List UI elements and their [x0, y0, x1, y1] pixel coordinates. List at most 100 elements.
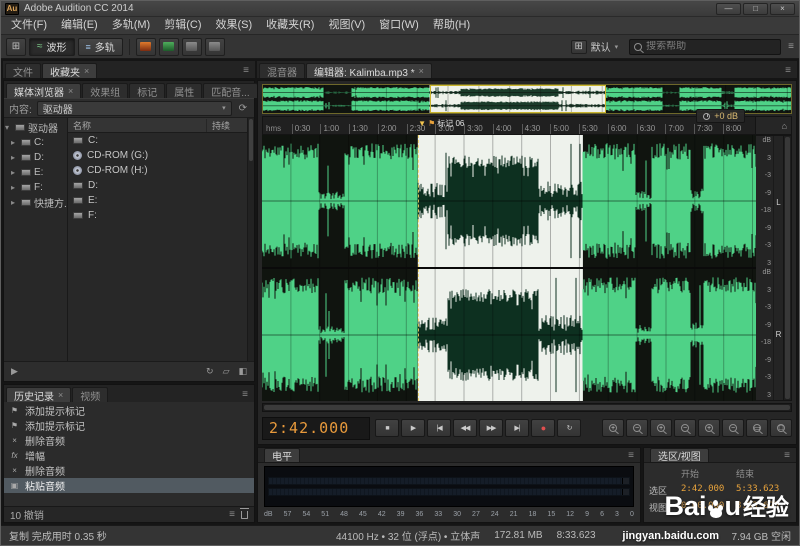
- media-file-row[interactable]: CD-ROM (H:): [68, 163, 247, 178]
- zoom-in-horizontal-button[interactable]: +: [650, 419, 672, 437]
- minimize-button[interactable]: —: [716, 3, 741, 15]
- preview-play-icon[interactable]: ▶: [11, 366, 18, 377]
- panel-tab[interactable]: 匹配音... ×: [203, 83, 257, 98]
- tab-close-icon[interactable]: ×: [68, 86, 73, 96]
- menu-item[interactable]: 视图(V): [321, 17, 372, 34]
- tree-item[interactable]: F:: [4, 180, 67, 195]
- view-end-value[interactable]: 8:33.623: [736, 501, 791, 514]
- refresh-icon[interactable]: ⟳: [237, 103, 249, 114]
- media-file-row[interactable]: F:: [68, 208, 247, 223]
- channel-label-left[interactable]: L: [774, 136, 783, 268]
- zoom-in-button[interactable]: +: [602, 419, 624, 437]
- vertical-scrollbar[interactable]: [783, 136, 791, 400]
- workspace-selector[interactable]: ⊞ 默认 ▾: [567, 38, 623, 56]
- media-file-row[interactable]: C:: [68, 133, 247, 148]
- history-item[interactable]: × 删除音频: [4, 433, 254, 448]
- fast-forward-button[interactable]: ▶▶: [479, 419, 503, 437]
- tab-close-icon[interactable]: ×: [419, 66, 424, 76]
- play-button[interactable]: ▶: [401, 419, 425, 437]
- history-item[interactable]: ⚑ 添加提示标记: [4, 418, 254, 433]
- menu-item[interactable]: 剪辑(C): [157, 17, 208, 34]
- history-item[interactable]: ▣ 粘贴音频: [4, 478, 254, 493]
- zoom-in-vertical-button[interactable]: +: [698, 419, 720, 437]
- horizontal-scrollbar[interactable]: [262, 403, 792, 412]
- menu-item[interactable]: 帮助(H): [426, 17, 477, 34]
- media-file-row[interactable]: CD-ROM (G:): [68, 148, 247, 163]
- loop-button[interactable]: ↻: [557, 419, 581, 437]
- tree-item[interactable]: 驱动器: [4, 120, 67, 135]
- panel-menu-icon[interactable]: ≡: [628, 450, 634, 461]
- selection-end-value[interactable]: 5:33.623: [736, 484, 791, 497]
- maximize-button[interactable]: □: [743, 3, 768, 15]
- tree-expand-icon[interactable]: [5, 123, 12, 132]
- history-item[interactable]: × 删除音频: [4, 463, 254, 478]
- time-display[interactable]: 2:42.000: [262, 417, 370, 440]
- tab-close-icon[interactable]: ×: [58, 390, 63, 400]
- waveform-channel-left[interactable]: [262, 135, 756, 267]
- drives-dropdown[interactable]: 驱动器 ▾: [37, 101, 232, 116]
- stop-button[interactable]: ■: [375, 419, 399, 437]
- tab-close-icon[interactable]: ×: [84, 66, 89, 76]
- menu-item[interactable]: 窗口(W): [372, 17, 426, 34]
- zoom-full-button[interactable]: □: [770, 419, 792, 437]
- menu-item[interactable]: 收藏夹(R): [259, 17, 321, 34]
- waveform-view-button[interactable]: ≈ 波形: [29, 38, 75, 56]
- speaker-icon[interactable]: ◧: [238, 366, 247, 377]
- move-next-button[interactable]: ▶|: [505, 419, 529, 437]
- panel-tab[interactable]: 标记 ×: [129, 83, 165, 98]
- panel-tab[interactable]: 效果组 ×: [82, 83, 128, 98]
- selection-view-tab[interactable]: 选区/视图: [650, 448, 709, 462]
- spectral-display-icon[interactable]: [136, 38, 156, 56]
- view-grid-icon[interactable]: ⊞: [6, 38, 26, 56]
- menu-item[interactable]: 编辑(E): [54, 17, 105, 34]
- panel-tab[interactable]: 视频 ×: [72, 387, 108, 402]
- view-start-value[interactable]: 0:00.000: [681, 501, 736, 514]
- zoom-selection-button[interactable]: ▭: [746, 419, 768, 437]
- panel-tab[interactable]: 混音器 ×: [259, 63, 305, 78]
- tree-expand-icon[interactable]: [11, 168, 18, 177]
- column-header-duration[interactable]: 持续: [207, 119, 247, 132]
- gain-hud[interactable]: +0 dB: [696, 109, 745, 123]
- menu-item[interactable]: 效果(S): [209, 17, 260, 34]
- panel-tab[interactable]: 媒体浏览器 ×: [6, 83, 81, 98]
- close-button[interactable]: ×: [770, 3, 795, 15]
- tool-icon[interactable]: [182, 38, 202, 56]
- search-input[interactable]: [646, 41, 776, 52]
- tree-expand-icon[interactable]: [11, 138, 18, 147]
- waveform-display-icon[interactable]: [159, 38, 179, 56]
- zoom-out-horizontal-button[interactable]: −: [674, 419, 696, 437]
- levels-tab[interactable]: 电平: [264, 448, 300, 462]
- playhead-icon[interactable]: ▼: [418, 120, 426, 128]
- panel-menu-icon[interactable]: ≡: [785, 65, 795, 78]
- trash-icon[interactable]: [241, 511, 248, 519]
- media-file-row[interactable]: E:: [68, 193, 247, 208]
- home-icon[interactable]: ⌂: [782, 121, 787, 131]
- toolbar-menu-icon[interactable]: ≡: [788, 41, 794, 52]
- folder-icon[interactable]: ▱: [223, 366, 230, 377]
- level-meter[interactable]: [264, 466, 634, 507]
- record-button[interactable]: ●: [531, 419, 555, 437]
- panel-tab[interactable]: 属性 ×: [166, 83, 202, 98]
- move-previous-button[interactable]: |◀: [427, 419, 451, 437]
- history-menu-icon[interactable]: ≡: [229, 509, 235, 520]
- panel-menu-icon[interactable]: ≡: [243, 65, 253, 78]
- tree-item[interactable]: C:: [4, 135, 67, 150]
- panel-menu-icon[interactable]: ≡: [242, 389, 252, 402]
- tree-item[interactable]: E:: [4, 165, 67, 180]
- tree-expand-icon[interactable]: [11, 153, 18, 162]
- selection-start-value[interactable]: 2:42.000: [681, 484, 736, 497]
- multitrack-view-button[interactable]: ≡ 多轨: [78, 38, 123, 56]
- rewind-button[interactable]: ◀◀: [453, 419, 477, 437]
- marker[interactable]: ▼ ⚑ 标记 06: [418, 118, 464, 129]
- waveform-channel-right[interactable]: [262, 269, 756, 401]
- tree-item[interactable]: 快捷方...: [4, 195, 67, 210]
- loop-icon[interactable]: ↻: [206, 366, 214, 377]
- menu-item[interactable]: 文件(F): [4, 17, 54, 34]
- media-file-row[interactable]: D:: [68, 178, 247, 193]
- channel-label-right[interactable]: R: [774, 268, 783, 400]
- zoom-out-vertical-button[interactable]: −: [722, 419, 744, 437]
- column-header-name[interactable]: 名称: [68, 119, 207, 132]
- zoom-out-button[interactable]: −: [626, 419, 648, 437]
- media-list-scrollbar[interactable]: [247, 118, 254, 361]
- tree-expand-icon[interactable]: [11, 183, 18, 192]
